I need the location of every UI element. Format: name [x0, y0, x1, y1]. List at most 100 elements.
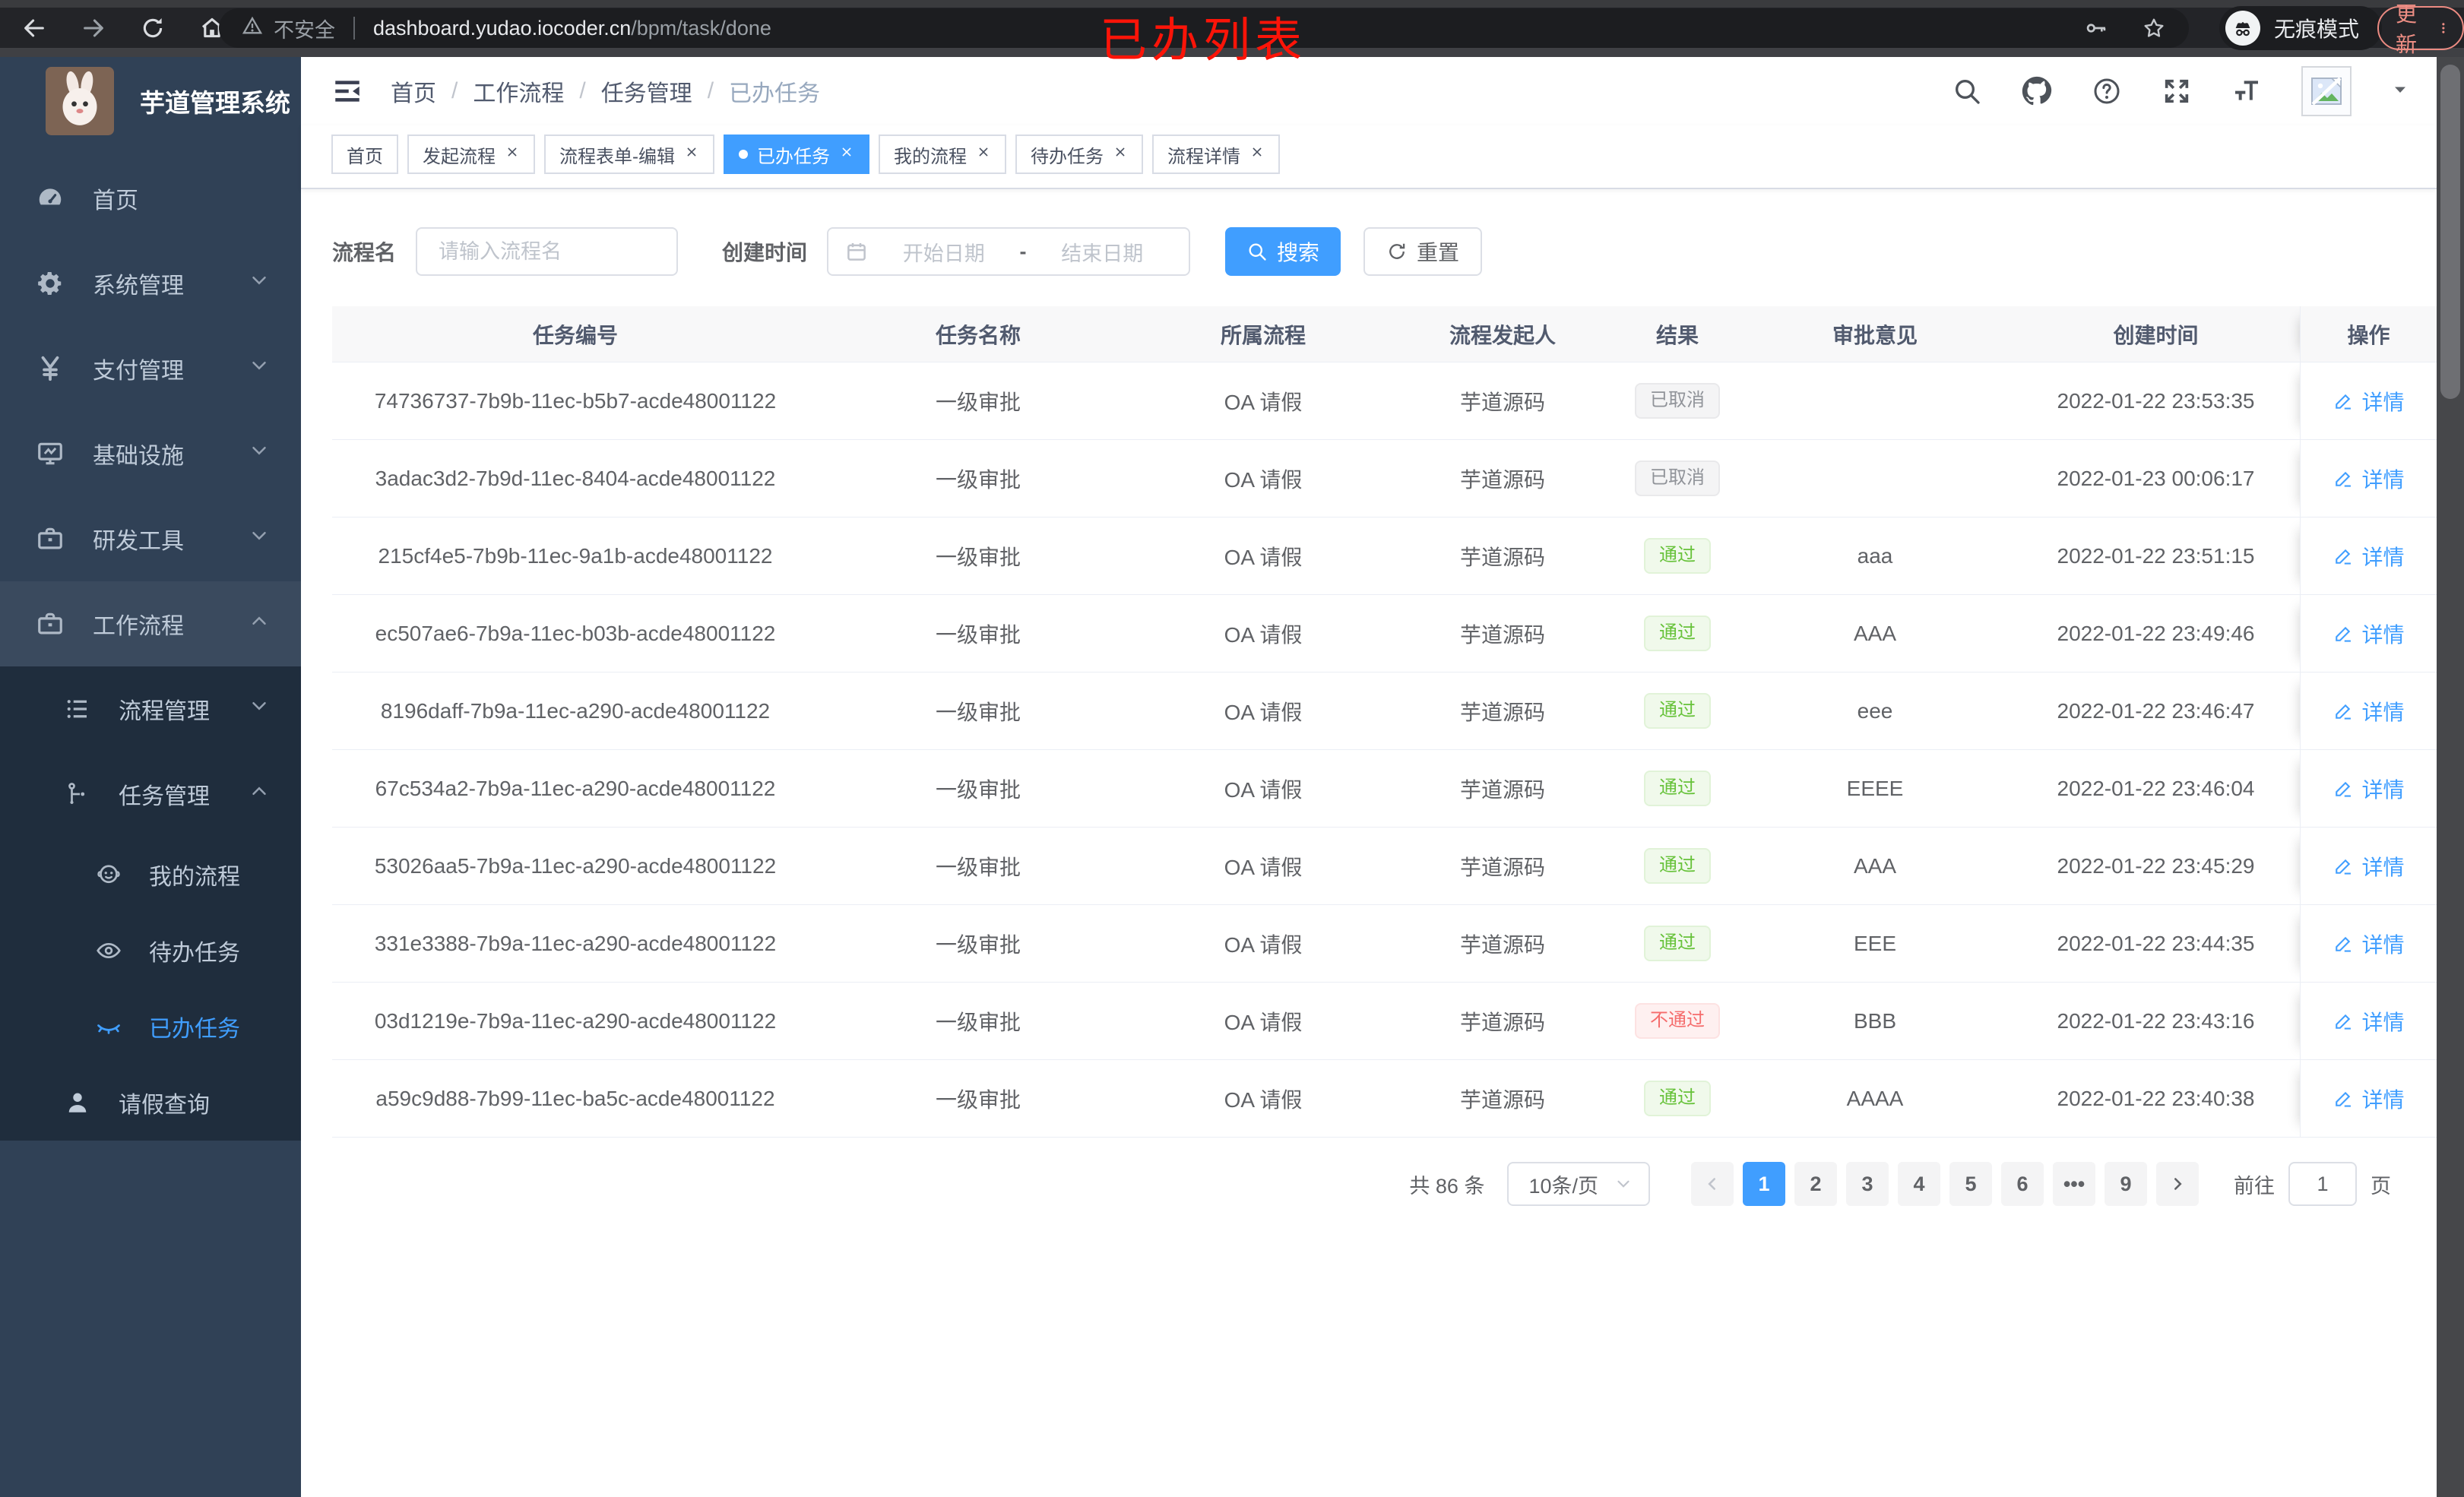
chevron-down-icon: [1614, 1174, 1633, 1194]
github-icon[interactable]: [2022, 76, 2052, 106]
page-header: 首页 / 工作流程 / 任务管理 / 已办任务: [301, 57, 2437, 125]
page-size-select[interactable]: 10条/页: [1507, 1162, 1650, 1206]
detail-link[interactable]: 详情: [2333, 774, 2405, 804]
detail-link[interactable]: 详情: [2333, 541, 2405, 571]
scrollbar-thumb[interactable]: [2440, 65, 2460, 399]
close-icon[interactable]: [839, 144, 854, 165]
close-icon[interactable]: [1249, 144, 1265, 165]
sidebar-item-label: 请假查询: [119, 1093, 210, 1118]
done-task-table: 任务编号 任务名称 所属流程 流程发起人 结果 审批意见 创建时间 操作 747…: [332, 306, 2437, 1138]
update-button[interactable]: 更新: [2377, 2, 2464, 56]
help-icon[interactable]: [2092, 76, 2122, 106]
sidebar-item-system[interactable]: 系统管理: [0, 241, 301, 326]
tab-home[interactable]: 首页: [331, 135, 398, 174]
breadcrumb-item[interactable]: 工作流程: [473, 74, 564, 108]
more-pages-button[interactable]: •••: [2053, 1162, 2095, 1206]
sidebar-item-infra[interactable]: 基础设施: [0, 411, 301, 496]
sidebar-item-task-mgmt[interactable]: 任务管理: [0, 752, 301, 837]
sidebar-item-todo[interactable]: 待办任务: [0, 913, 301, 989]
app-logo-row[interactable]: 芋道管理系统: [0, 57, 301, 145]
close-icon[interactable]: [976, 144, 991, 165]
next-page-button[interactable]: [2156, 1162, 2199, 1206]
col-process: 所属流程: [1220, 323, 1306, 347]
reset-button[interactable]: 重置: [1363, 227, 1483, 276]
breadcrumb-item[interactable]: 首页: [391, 74, 436, 108]
tab-start-process[interactable]: 发起流程: [407, 135, 535, 174]
sidebar-item-done[interactable]: 已办任务: [0, 989, 301, 1065]
forward-icon[interactable]: [81, 15, 106, 41]
process-name-label: 流程名: [332, 241, 397, 264]
detail-link[interactable]: 详情: [2333, 696, 2405, 726]
sidebar-item-pay[interactable]: 支付管理: [0, 326, 301, 411]
sidebar-item-label: 流程管理: [119, 699, 210, 724]
fullscreen-icon[interactable]: [2162, 76, 2192, 106]
col-starter: 流程发起人: [1449, 323, 1556, 347]
search-icon[interactable]: [1952, 76, 1982, 106]
close-icon[interactable]: [1113, 144, 1128, 165]
detail-link[interactable]: 详情: [2333, 929, 2405, 959]
detail-link[interactable]: 详情: [2333, 619, 2405, 649]
scrollbar[interactable]: [2437, 57, 2464, 1497]
edit-pen-icon: [2333, 468, 2354, 489]
breadcrumb-item[interactable]: 任务管理: [601, 74, 692, 108]
url-bar[interactable]: 不安全 dashboard.yudao.iocoder.cn /bpm/task…: [219, 8, 2189, 48]
bookmark-star-icon[interactable]: [2142, 16, 2166, 40]
person-face-icon: [93, 861, 125, 888]
eye-icon: [93, 937, 125, 964]
page-button-4[interactable]: 4: [1898, 1162, 1940, 1206]
update-label[interactable]: 更新: [2396, 0, 2424, 59]
end-date-placeholder[interactable]: 结束日期: [1033, 237, 1173, 267]
tab-done-tasks[interactable]: 已办任务: [724, 135, 869, 174]
process-name-input[interactable]: [416, 227, 679, 276]
avatar[interactable]: [2301, 66, 2352, 116]
sidebar-item-home[interactable]: 首页: [0, 156, 301, 241]
close-icon[interactable]: [505, 144, 520, 165]
reload-icon[interactable]: [140, 15, 166, 41]
tab-my-process[interactable]: 我的流程: [879, 135, 1006, 174]
chevron-down-icon: [248, 269, 271, 298]
col-comment: 审批意见: [1832, 323, 1918, 347]
goto-page-input[interactable]: [2288, 1162, 2357, 1206]
result-badge: 通过: [1644, 616, 1711, 651]
sidebar-item-label: 系统管理: [93, 274, 184, 299]
page-button-3[interactable]: 3: [1846, 1162, 1889, 1206]
browser-chrome: 不安全 dashboard.yudao.iocoder.cn /bpm/task…: [0, 0, 2464, 57]
sidebar-collapse-icon[interactable]: [331, 75, 363, 107]
font-size-icon[interactable]: [2231, 76, 2262, 106]
close-icon[interactable]: [684, 144, 699, 165]
sidebar-item-process-mgmt[interactable]: 流程管理: [0, 666, 301, 752]
sidebar-item-dev[interactable]: 研发工具: [0, 496, 301, 581]
table-row: 74736737-7b9b-11ec-b5b7-acde48001122 一级审…: [332, 362, 2437, 439]
sidebar-item-workflow[interactable]: 工作流程: [0, 581, 301, 666]
security-label[interactable]: 不安全: [274, 14, 335, 43]
detail-link[interactable]: 详情: [2333, 851, 2405, 881]
briefcase-icon: [32, 609, 68, 638]
date-range-picker[interactable]: 开始日期 - 结束日期: [827, 227, 1191, 276]
sidebar-item-my-process[interactable]: 我的流程: [0, 837, 301, 913]
detail-link[interactable]: 详情: [2333, 464, 2405, 494]
page-button-6[interactable]: 6: [2001, 1162, 2044, 1206]
start-date-placeholder[interactable]: 开始日期: [874, 237, 1014, 267]
broken-image-icon: [2311, 77, 2342, 106]
search-button[interactable]: 搜索: [1225, 227, 1341, 276]
page-button-1[interactable]: 1: [1743, 1162, 1785, 1206]
tab-todo-tasks[interactable]: 待办任务: [1015, 135, 1143, 174]
chevron-down-icon: [248, 439, 271, 468]
detail-link[interactable]: 详情: [2333, 1084, 2405, 1114]
detail-link[interactable]: 详情: [2333, 1006, 2405, 1037]
sidebar-item-leave-query[interactable]: 请假查询: [0, 1065, 301, 1141]
tab-process-form-edit[interactable]: 流程表单-编辑: [544, 135, 714, 174]
browser-menu-icon[interactable]: [2437, 18, 2450, 38]
password-key-icon[interactable]: [2084, 16, 2108, 40]
page-button-9[interactable]: 9: [2105, 1162, 2147, 1206]
page-button-2[interactable]: 2: [1794, 1162, 1837, 1206]
prev-page-button[interactable]: [1691, 1162, 1734, 1206]
page-button-5[interactable]: 5: [1949, 1162, 1992, 1206]
tab-process-detail[interactable]: 流程详情: [1152, 135, 1280, 174]
detail-link[interactable]: 详情: [2333, 386, 2405, 416]
table-row: 215cf4e5-7b9b-11ec-9a1b-acde48001122 一级审…: [332, 517, 2437, 594]
avatar-dropdown-caret-icon[interactable]: [2391, 81, 2409, 103]
back-icon[interactable]: [21, 15, 47, 41]
tab-bar: 首页 发起流程 流程表单-编辑 已办任务 我的流程 待办任务 流程详情: [301, 125, 2437, 189]
table-row: 53026aa5-7b9a-11ec-a290-acde48001122 一级审…: [332, 827, 2437, 904]
